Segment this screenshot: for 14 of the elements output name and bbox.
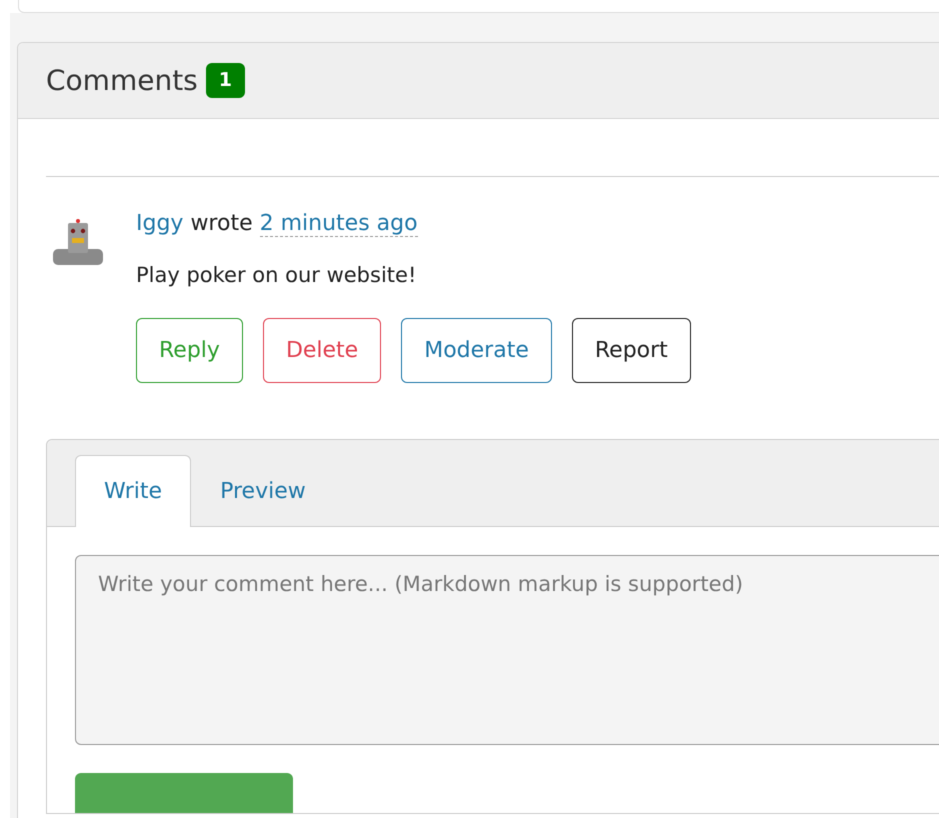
comment-action-button[interactable]: Moderate (401, 318, 552, 383)
comment-count-badge: 1 (206, 63, 246, 98)
comment-action-button[interactable]: Delete (262, 318, 382, 383)
comment-input-field[interactable]: Write your comment here... (Markdown markup is supported) (75, 555, 939, 745)
editor-tab[interactable]: Write (75, 455, 192, 527)
author-link[interactable]: Iggy (136, 211, 184, 236)
comment-verb: wrote (190, 211, 253, 236)
submit-button[interactable] (75, 773, 293, 813)
comment-action-button[interactable]: Report (572, 318, 691, 383)
comment-text: Play poker on our website! (136, 263, 418, 287)
comment-action-button[interactable]: Reply (136, 318, 243, 383)
timestamp-link[interactable]: 2 minutes ago (260, 211, 418, 237)
editor-tab[interactable]: Preview (191, 455, 335, 527)
panel-title: Comments (46, 64, 198, 97)
